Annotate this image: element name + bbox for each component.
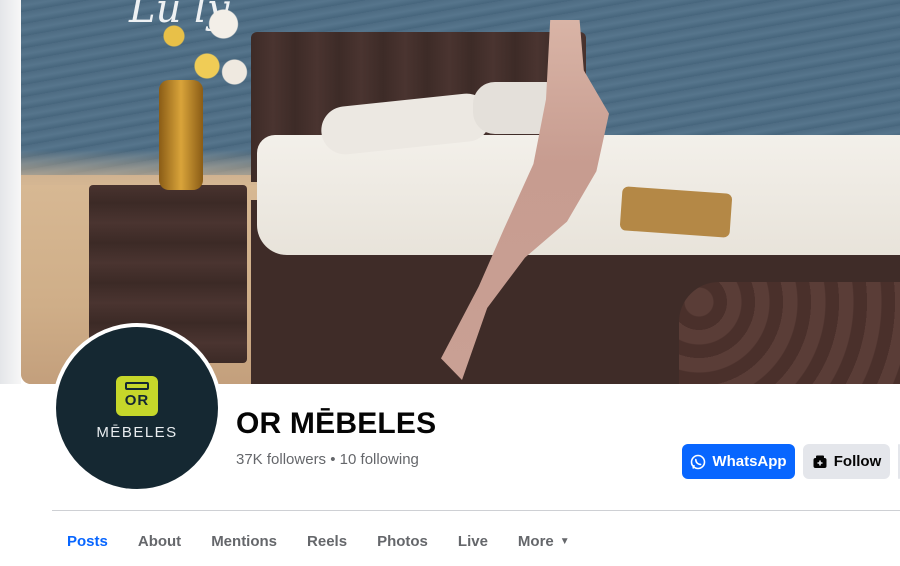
caret-down-icon: ▼ — [559, 535, 570, 547]
follow-button-label: Follow — [833, 453, 882, 470]
tab-label: Posts — [67, 532, 108, 550]
tab-label: About — [137, 532, 182, 550]
tab-about[interactable]: About — [123, 524, 196, 558]
following-label[interactable]: following — [361, 451, 419, 468]
cover-ottoman — [679, 282, 900, 384]
tab-label: Reels — [307, 532, 348, 550]
profile-tabs: Posts About Mentions Reels Photos Live M… — [52, 524, 585, 558]
tab-posts[interactable]: Posts — [52, 524, 123, 558]
logo-mark-text: OR — [124, 392, 150, 409]
logo-wordmark: MĒBELES — [96, 424, 178, 441]
follow-icon — [812, 454, 828, 470]
follow-button[interactable]: Follow — [803, 444, 890, 479]
tab-photos[interactable]: Photos — [362, 524, 443, 558]
tab-reels[interactable]: Reels — [292, 524, 362, 558]
page-title: OR MĒBELES — [236, 407, 437, 440]
tab-label: More — [517, 532, 554, 550]
cover-vase — [159, 80, 203, 190]
whatsapp-button-label: WhatsApp — [712, 453, 787, 470]
whatsapp-icon — [690, 454, 706, 470]
followers-count[interactable]: 37K — [236, 451, 263, 468]
tab-label: Live — [457, 532, 488, 550]
following-count[interactable]: 10 — [340, 451, 357, 468]
header-divider — [52, 510, 900, 511]
follower-stats: 37K followers • 10 following — [236, 451, 419, 468]
tab-live[interactable]: Live — [443, 524, 503, 558]
tab-label: Photos — [377, 532, 428, 550]
bed-logo-icon — [125, 382, 149, 390]
brand-logo-mark: OR — [116, 376, 158, 416]
cover-breakfast-tray — [619, 186, 733, 238]
tab-mentions[interactable]: Mentions — [196, 524, 292, 558]
tab-label: Mentions — [211, 532, 278, 550]
followers-label[interactable]: followers — [267, 451, 326, 468]
whatsapp-button[interactable]: WhatsApp — [682, 444, 795, 479]
stats-separator: • — [330, 451, 336, 468]
page-edge-fade — [0, 0, 21, 384]
tab-more[interactable]: More ▼ — [503, 524, 585, 558]
